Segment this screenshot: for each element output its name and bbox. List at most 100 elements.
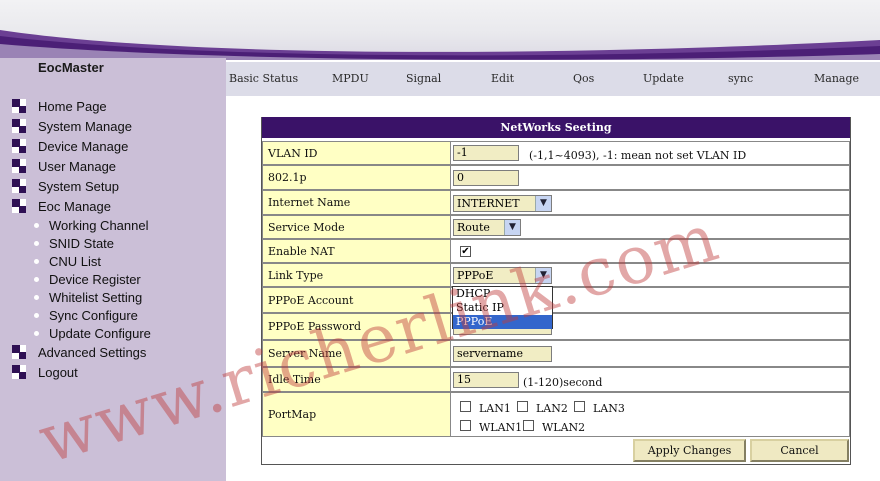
- internet-name-select[interactable]: INTERNET ▼: [453, 195, 552, 212]
- menu-label: Device Manage: [38, 138, 129, 154]
- link-type-dropdown-list: DHCP Static IP PPPoE: [452, 286, 553, 329]
- link-type-option-dhcp[interactable]: DHCP: [453, 287, 552, 301]
- service-mode-value: Route: [457, 221, 490, 234]
- idle-time-hint: (1-120)second: [523, 376, 603, 389]
- enable-nat-cell: ✔: [451, 239, 850, 263]
- internet-name-label: Internet Name: [262, 190, 451, 215]
- nav-edit[interactable]: Edit: [491, 72, 514, 85]
- left-menu: Home Page System Manage Device Manage Us…: [12, 96, 151, 382]
- menu-item-eoc-manage[interactable]: Eoc Manage: [12, 196, 151, 216]
- chevron-down-icon: ▼: [535, 268, 551, 283]
- submenu-label: Sync Configure: [49, 307, 138, 323]
- lan3-checkbox[interactable]: [574, 401, 585, 412]
- header-banner: [0, 0, 880, 60]
- submenu-label: Update Configure: [49, 325, 151, 341]
- menu-item-device-manage[interactable]: Device Manage: [12, 136, 151, 156]
- submenu-item-device-register[interactable]: Device Register: [12, 270, 151, 288]
- enable-nat-label: Enable NAT: [262, 239, 451, 263]
- submenu-item-whitelist-setting[interactable]: Whitelist Setting: [12, 288, 151, 306]
- menu-bullet-icon: [12, 199, 26, 213]
- nav-qos[interactable]: Qos: [573, 72, 594, 85]
- wlan1-label: WLAN1: [479, 421, 523, 434]
- idle-time-input[interactable]: 15: [453, 372, 519, 388]
- vlan-id-input[interactable]: -1: [453, 145, 519, 161]
- lan1-label: LAN1: [479, 402, 511, 415]
- link-type-option-pppoe[interactable]: PPPoE: [453, 315, 552, 329]
- internet-name-value: INTERNET: [457, 197, 520, 210]
- row-portmap: PortMap LAN1 LAN2 LAN3 WLAN1 WLAN2: [262, 392, 850, 437]
- row-service-mode: Service Mode Route ▼: [262, 215, 850, 239]
- submenu-item-working-channel[interactable]: Working Channel: [12, 216, 151, 234]
- cancel-button[interactable]: Cancel: [750, 439, 849, 462]
- server-name-label: Server Name: [262, 340, 451, 367]
- wlan1-checkbox[interactable]: [460, 420, 471, 431]
- menu-item-advanced-settings[interactable]: Advanced Settings: [12, 342, 151, 362]
- menu-label: Home Page: [38, 98, 107, 114]
- menu-label: Eoc Manage: [38, 198, 111, 214]
- menu-label: User Manage: [38, 158, 117, 174]
- idle-time-cell: 15 (1-120)second: [451, 367, 850, 392]
- portmap-cell: LAN1 LAN2 LAN3 WLAN1 WLAN2: [451, 392, 850, 437]
- menu-label: Logout: [38, 364, 78, 380]
- link-type-label: Link Type: [262, 263, 451, 287]
- row-idle-time: Idle Time 15 (1-120)second: [262, 367, 850, 392]
- menu-item-user-manage[interactable]: User Manage: [12, 156, 151, 176]
- menu-item-system-manage[interactable]: System Manage: [12, 116, 151, 136]
- submenu-item-update-configure[interactable]: Update Configure: [12, 324, 151, 342]
- row-link-type: Link Type PPPoE ▼: [262, 263, 850, 287]
- pppoe-password-label: PPPoE Password: [262, 313, 451, 340]
- menu-item-system-setup[interactable]: System Setup: [12, 176, 151, 196]
- nav-signal[interactable]: Signal: [406, 72, 441, 85]
- chevron-down-icon: ▼: [504, 220, 520, 235]
- submenu-dot-icon: [34, 312, 39, 318]
- vlan-id-cell: -1 (-1,1~4093), -1: mean not set VLAN ID: [451, 141, 850, 165]
- chevron-down-icon: ▼: [535, 196, 551, 211]
- row-internet-name: Internet Name INTERNET ▼: [262, 190, 850, 215]
- submenu-dot-icon: [34, 258, 39, 264]
- row-vlan-id: VLAN ID -1 (-1,1~4093), -1: mean not set…: [262, 141, 850, 165]
- submenu-dot-icon: [34, 222, 39, 228]
- enable-nat-checkbox[interactable]: ✔: [460, 246, 471, 257]
- submenu-label: Whitelist Setting: [49, 289, 143, 305]
- menu-bullet-icon: [12, 119, 26, 133]
- idle-time-label: Idle Time: [262, 367, 451, 392]
- lan3-label: LAN3: [593, 402, 625, 415]
- service-mode-select[interactable]: Route ▼: [453, 219, 521, 236]
- menu-item-home-page[interactable]: Home Page: [12, 96, 151, 116]
- row-server-name: Server Name servername: [262, 340, 850, 367]
- menu-item-logout[interactable]: Logout: [12, 362, 151, 382]
- server-name-input[interactable]: servername: [453, 346, 552, 362]
- nav-mpdu[interactable]: MPDU: [332, 72, 369, 85]
- submenu-label: SNID State: [49, 235, 115, 251]
- internet-name-cell: INTERNET ▼: [451, 190, 850, 215]
- lan2-label: LAN2: [536, 402, 568, 415]
- submenu-item-sync-configure[interactable]: Sync Configure: [12, 306, 151, 324]
- link-type-select[interactable]: PPPoE ▼: [453, 267, 552, 284]
- submenu-dot-icon: [34, 330, 39, 336]
- menu-bullet-icon: [12, 159, 26, 173]
- form-title: NetWorks Seeting: [262, 117, 850, 138]
- menu-bullet-icon: [12, 365, 26, 379]
- vlan-id-label: VLAN ID: [262, 141, 451, 165]
- lan1-checkbox[interactable]: [460, 401, 471, 412]
- p8021-input[interactable]: 0: [453, 170, 519, 186]
- p8021-cell: 0: [451, 165, 850, 190]
- nav-sync[interactable]: sync: [728, 72, 753, 85]
- submenu-item-cnu-list[interactable]: CNU List: [12, 252, 151, 270]
- apply-changes-button[interactable]: Apply Changes: [633, 439, 746, 462]
- submenu-dot-icon: [34, 294, 39, 300]
- row-8021p: 802.1p 0: [262, 165, 850, 190]
- menu-bullet-icon: [12, 99, 26, 113]
- submenu-item-snid-state[interactable]: SNID State: [12, 234, 151, 252]
- nav-manage[interactable]: Manage: [814, 72, 859, 85]
- row-pppoe-account: PPPoE Account: [262, 287, 850, 313]
- p8021-label: 802.1p: [262, 165, 451, 190]
- link-type-option-static-ip[interactable]: Static IP: [453, 301, 552, 315]
- menu-bullet-icon: [12, 345, 26, 359]
- wlan2-checkbox[interactable]: [523, 420, 534, 431]
- submenu-dot-icon: [34, 276, 39, 282]
- nav-update[interactable]: Update: [643, 72, 684, 85]
- wlan2-label: WLAN2: [542, 421, 586, 434]
- lan2-checkbox[interactable]: [517, 401, 528, 412]
- nav-basic-status[interactable]: Basic Status: [229, 72, 298, 85]
